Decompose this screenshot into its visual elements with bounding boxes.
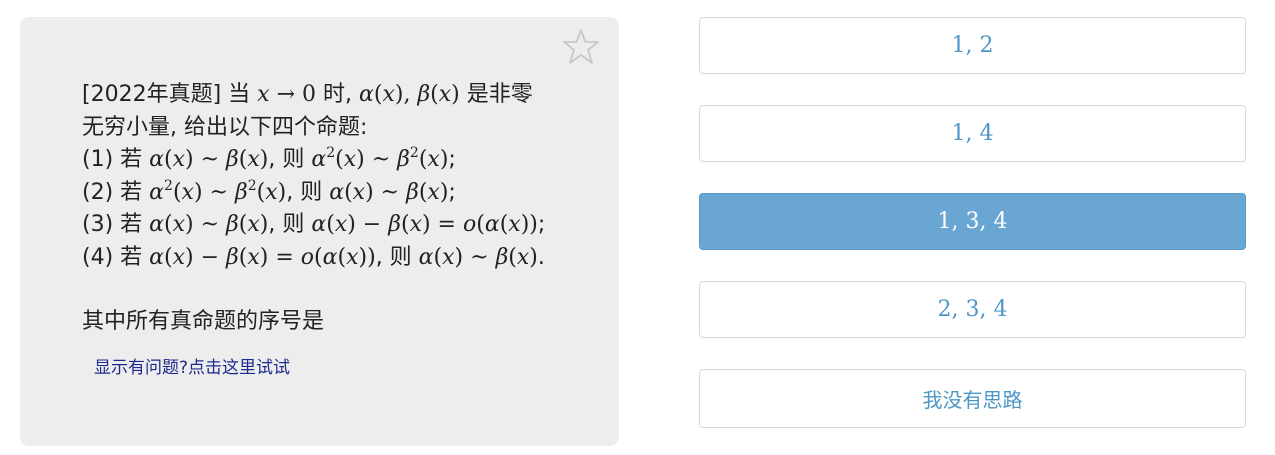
question-prompt: 其中所有真命题的序号是: [82, 309, 325, 334]
statement-2: (2) 若 α2(x) ~ β2(x), 则 α(x) ~ β(x);: [82, 177, 456, 205]
option-4[interactable]: 2, 3, 4: [699, 281, 1246, 338]
source-tag: [2022年真题]: [82, 82, 222, 107]
math-functions: α(x), β(x): [358, 82, 460, 107]
statement-3: (3) 若 α(x) ~ β(x), 则 α(x) − β(x) = o(α(x…: [82, 212, 546, 237]
report-problem-link[interactable]: 显示有问题?点击这里试试: [94, 353, 290, 378]
question-line-2: 无穷小量, 给出以下四个命题:: [82, 114, 368, 140]
question-text: [2022年真题] 当 x → 0 时, α(x), β(x) 是非零 无穷小量…: [82, 79, 582, 339]
statement-1: (1) 若 α(x) ~ β(x), 则 α2(x) ~ β2(x);: [82, 145, 456, 172]
answer-options: 1, 2 1, 4 1, 3, 4 2, 3, 4 我没有思路: [699, 17, 1246, 428]
no-idea-button[interactable]: 我没有思路: [699, 369, 1246, 428]
favorite-star-icon[interactable]: [561, 27, 601, 67]
option-1[interactable]: 1, 2: [699, 17, 1246, 74]
question-card: [2022年真题] 当 x → 0 时, α(x), β(x) 是非零 无穷小量…: [20, 17, 619, 446]
statement-4: (4) 若 α(x) − β(x) = o(α(x)), 则 α(x) ~ β(…: [82, 244, 545, 270]
option-3-selected[interactable]: 1, 3, 4: [699, 193, 1246, 250]
option-2[interactable]: 1, 4: [699, 105, 1246, 162]
math-limit: x → 0: [257, 82, 316, 107]
question-line-1: [2022年真题] 当 x → 0 时, α(x), β(x) 是非零: [82, 82, 533, 107]
